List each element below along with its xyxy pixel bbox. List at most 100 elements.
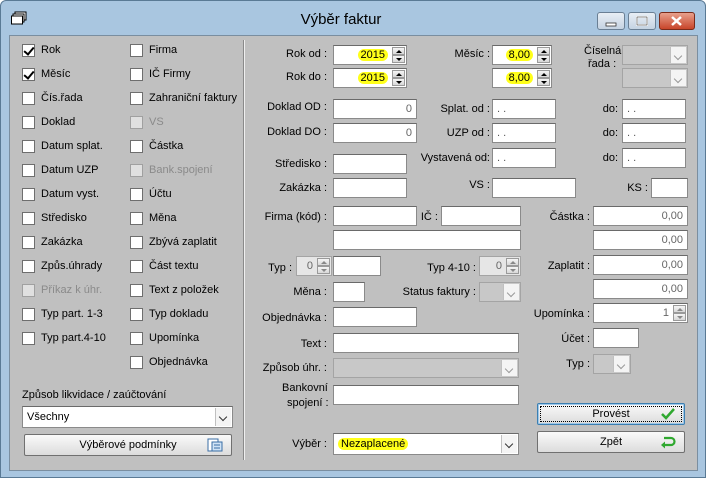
left-checkbox-4[interactable]: Datum splat.: [22, 138, 103, 154]
uzp-do-field[interactable]: . .: [622, 123, 686, 143]
splat-do-field[interactable]: . .: [622, 99, 686, 119]
vyst-od-label: Vystavená od:: [420, 152, 490, 164]
checkbox-box[interactable]: [22, 91, 35, 105]
typ410-field[interactable]: 0: [479, 256, 521, 276]
rok-do-spinner[interactable]: [392, 70, 405, 86]
mesic-do-field[interactable]: 8,00: [492, 68, 552, 88]
rok-do-field[interactable]: 2015: [333, 68, 407, 88]
upominka-field[interactable]: 1: [593, 303, 688, 323]
liquidation-select[interactable]: Všechny: [22, 406, 233, 428]
checkbox-box[interactable]: [130, 259, 143, 273]
checkbox-box[interactable]: [130, 355, 143, 369]
checkbox-box[interactable]: [22, 259, 35, 273]
text-field[interactable]: [333, 333, 519, 353]
zaplatit-do-field[interactable]: 0,00: [593, 279, 688, 299]
typ-field[interactable]: 0: [296, 256, 332, 276]
castka-do-field[interactable]: 0,00: [593, 230, 688, 250]
left-checkbox-12[interactable]: Typ part.4-10: [22, 330, 106, 346]
ic-field[interactable]: [441, 206, 521, 226]
mid-checkbox-2[interactable]: Zahraniční faktury: [130, 90, 237, 106]
left-checkbox-8[interactable]: Zakázka: [22, 234, 83, 250]
checkbox-box[interactable]: [130, 331, 143, 345]
checkbox-label: Středisko: [41, 212, 87, 224]
left-checkbox-7[interactable]: Středisko: [22, 210, 87, 226]
vyst-od-field[interactable]: . .: [492, 148, 556, 168]
mesic-do-spinner[interactable]: [537, 70, 550, 86]
checkbox-box[interactable]: [130, 139, 143, 153]
checkbox-box[interactable]: [22, 163, 35, 177]
checkbox-box[interactable]: [130, 43, 143, 57]
mid-checkbox-13[interactable]: Objednávka: [130, 354, 208, 370]
checkbox-box[interactable]: [22, 235, 35, 249]
zakazka-field[interactable]: [333, 178, 407, 198]
typ-name-field[interactable]: [333, 256, 381, 276]
rok-od-spinner[interactable]: [392, 47, 405, 63]
firma-name-field[interactable]: [333, 230, 521, 250]
doklad-do-field[interactable]: 0: [333, 123, 417, 143]
ks-field[interactable]: [651, 178, 688, 198]
mid-checkbox-4[interactable]: Částka: [130, 138, 183, 154]
checkbox-box[interactable]: [22, 331, 35, 345]
mid-checkbox-11[interactable]: Typ dokladu: [130, 306, 208, 322]
left-checkbox-0[interactable]: Rok: [22, 42, 61, 58]
left-checkbox-6[interactable]: Datum vyst.: [22, 186, 99, 202]
left-checkbox-11[interactable]: Typ part. 1-3: [22, 306, 103, 322]
checkbox-box[interactable]: [130, 91, 143, 105]
objednavka-field[interactable]: [333, 307, 417, 327]
checkbox-box[interactable]: [22, 115, 35, 129]
splat-od-field[interactable]: . .: [492, 99, 556, 119]
checkbox-box[interactable]: [130, 283, 143, 297]
mid-checkbox-12[interactable]: Upomínka: [130, 330, 199, 346]
checkbox-box[interactable]: [130, 235, 143, 249]
left-checkbox-2[interactable]: Čís.řada: [22, 90, 83, 106]
left-checkbox-5[interactable]: Datum UZP: [22, 162, 98, 178]
mid-checkbox-10[interactable]: Text z položek: [130, 282, 219, 298]
checkbox-box[interactable]: [130, 187, 143, 201]
checkbox-box[interactable]: [22, 67, 35, 81]
provest-button[interactable]: Provést: [537, 403, 685, 425]
castka-od-field[interactable]: 0,00: [593, 206, 688, 226]
left-checkbox-3[interactable]: Doklad: [22, 114, 75, 130]
checkbox-box[interactable]: [22, 43, 35, 57]
checkbox-box[interactable]: [22, 211, 35, 225]
bank-field[interactable]: [333, 385, 519, 405]
mesic-od-field[interactable]: 8,00: [492, 45, 552, 65]
rok-od-field[interactable]: 2015: [333, 45, 407, 65]
close-button[interactable]: [659, 12, 695, 30]
upominka-spinner[interactable]: [673, 305, 686, 321]
mid-checkbox-9[interactable]: Část textu: [130, 258, 199, 274]
mid-checkbox-7[interactable]: Měna: [130, 210, 177, 226]
zpet-button[interactable]: Zpět: [537, 431, 685, 453]
mid-checkbox-1[interactable]: IČ Firmy: [130, 66, 191, 82]
firma-field[interactable]: [333, 206, 417, 226]
checkbox-box[interactable]: [22, 139, 35, 153]
zaplatit-od-field[interactable]: 0,00: [593, 255, 688, 275]
checkbox-box[interactable]: [22, 307, 35, 321]
mesic-od-value: 8,00: [505, 49, 533, 61]
checkbox-box[interactable]: [130, 211, 143, 225]
checkbox-box[interactable]: [130, 67, 143, 81]
checkbox-box[interactable]: [130, 307, 143, 321]
left-checkbox-9[interactable]: Způs.úhrady: [22, 258, 102, 274]
uzp-od-field[interactable]: . .: [492, 123, 556, 143]
minimize-button[interactable]: [597, 12, 625, 30]
left-checkbox-1[interactable]: Měsíc: [22, 66, 70, 82]
mesic-od-spinner[interactable]: [537, 47, 550, 63]
typ410-spinner[interactable]: [506, 258, 519, 274]
chevron-down-icon: [670, 70, 686, 86]
doklad-od-field[interactable]: 0: [333, 99, 417, 119]
vyst-do-field[interactable]: . .: [622, 148, 686, 168]
vyber-select[interactable]: Nezaplacené: [333, 433, 519, 455]
conditions-button[interactable]: Výběrové podmínky: [24, 434, 232, 456]
mid-checkbox-0[interactable]: Firma: [130, 42, 177, 58]
typ-spinner[interactable]: [317, 258, 330, 274]
mid-checkbox-8[interactable]: Zbývá zaplatit: [130, 234, 217, 250]
mid-checkbox-6[interactable]: Účtu: [130, 186, 172, 202]
ucet-field[interactable]: [593, 328, 639, 348]
checkbox-box[interactable]: [22, 187, 35, 201]
maximize-button[interactable]: [628, 12, 656, 30]
mena-field[interactable]: [333, 282, 365, 302]
stredisko-field[interactable]: [333, 154, 407, 174]
vs-field[interactable]: [492, 178, 576, 198]
title-bar[interactable]: Výběr faktur: [1, 1, 705, 35]
